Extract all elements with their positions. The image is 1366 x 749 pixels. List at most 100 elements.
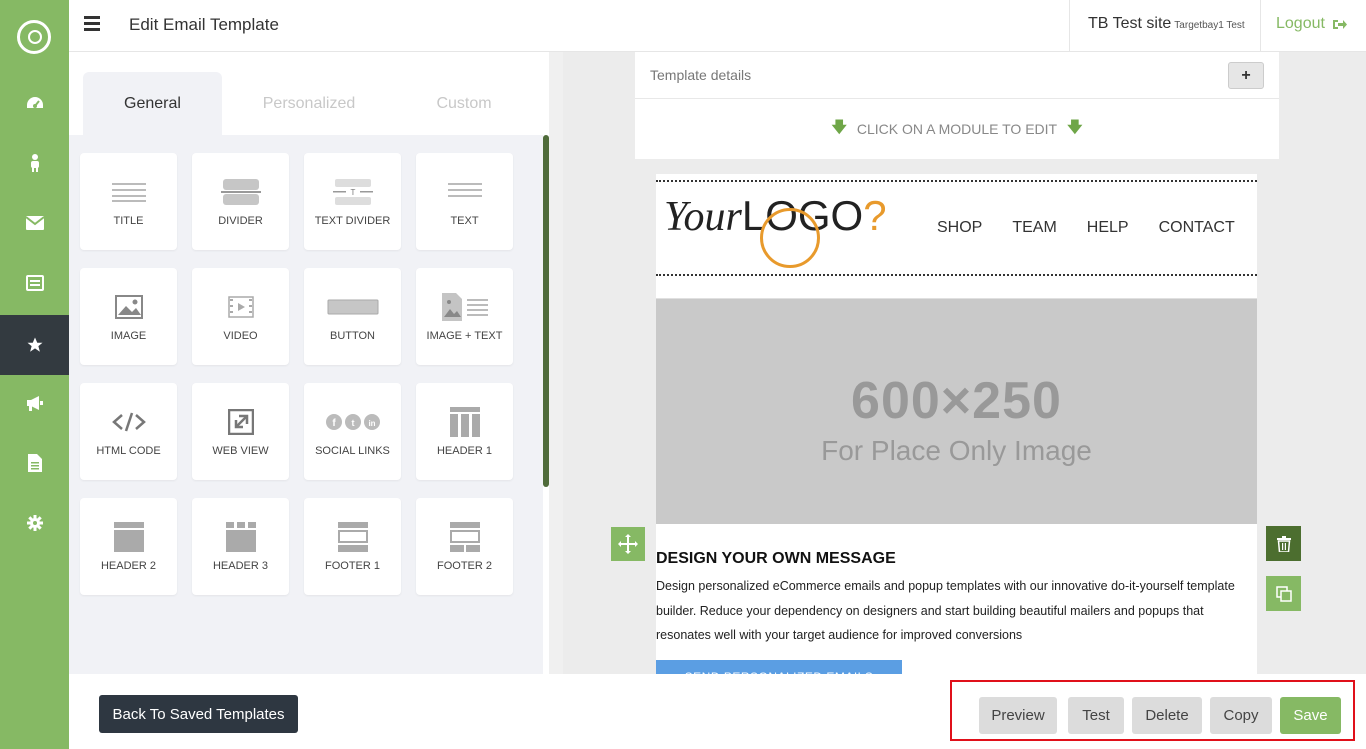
gear-icon[interactable] [0, 493, 69, 553]
module-panel: General Personalized Custom TITLE DIVIDE… [69, 52, 549, 674]
logo-question-mark: ? [863, 192, 887, 239]
logout-link[interactable]: Logout [1276, 15, 1347, 33]
module-social-links[interactable]: f t in SOCIAL LINKS [304, 383, 401, 480]
hamburger-menu-icon[interactable] [84, 16, 100, 31]
divider-icon [220, 177, 261, 207]
module-label: HEADER 3 [212, 559, 269, 572]
module-button[interactable]: BUTTON [304, 268, 401, 365]
video-icon [227, 292, 254, 322]
template-details-label: Template details [650, 67, 752, 83]
tab-personalized[interactable]: Personalized [222, 72, 396, 135]
tab-general[interactable]: General [83, 72, 222, 135]
module-web-view[interactable]: WEB VIEW [192, 383, 289, 480]
module-label: IMAGE [110, 329, 147, 342]
module-label: IMAGE + TEXT [426, 329, 503, 342]
module-divider[interactable]: DIVIDER [192, 153, 289, 250]
bottom-action-bar: Back To Saved Templates Preview Test Del… [69, 674, 1366, 749]
module-footer-2[interactable]: FOOTER 2 [416, 498, 513, 595]
hero-dimensions: 600×250 [851, 371, 1062, 430]
send-emails-button[interactable]: SEND PERSONALIZED EMAILS [656, 660, 902, 674]
module-text-divider[interactable]: T TEXT DIVIDER [304, 153, 401, 250]
left-nav-rail [0, 0, 69, 749]
social-icons: f t in [325, 407, 381, 437]
site-subtitle: Targetbay1 Test [1174, 20, 1245, 31]
module-label: BUTTON [329, 329, 376, 342]
svg-text:t: t [351, 418, 354, 428]
template-details-bar: Template details + [635, 52, 1279, 99]
hero-caption: For Place Only Image [821, 434, 1092, 466]
top-bar: Edit Email Template TB Test site Targetba… [69, 0, 1366, 52]
module-tabs: General Personalized Custom [83, 72, 549, 135]
megaphone-icon[interactable] [0, 373, 69, 433]
document-icon[interactable] [0, 433, 69, 493]
image-icon [114, 292, 143, 322]
logo-ring-icon [760, 208, 820, 268]
module-image[interactable]: IMAGE [80, 268, 177, 365]
module-scrollbar[interactable] [543, 135, 549, 487]
module-label: HTML CODE [96, 444, 161, 457]
message-body[interactable]: Design personalized eCommerce emails and… [656, 574, 1248, 648]
module-label: VIDEO [223, 329, 258, 342]
copy-button[interactable]: Copy [1210, 697, 1272, 734]
arrow-down-icon: 🡇 [1067, 118, 1083, 136]
email-nav-shop[interactable]: SHOP [937, 219, 982, 237]
email-preview: YourLOGO? SHOP TEAM HELP CONTACT 600×250… [656, 174, 1257, 674]
hero-image-placeholder[interactable]: 600×250 For Place Only Image [656, 298, 1257, 524]
email-header-module[interactable]: YourLOGO? SHOP TEAM HELP CONTACT [656, 180, 1257, 276]
envelope-icon[interactable] [0, 193, 69, 253]
arrow-down-icon: 🡇 [831, 118, 847, 136]
list-icon[interactable] [0, 253, 69, 313]
module-label: FOOTER 1 [324, 559, 380, 572]
email-nav-help[interactable]: HELP [1087, 219, 1129, 237]
module-label: DIVIDER [218, 214, 263, 227]
module-text[interactable]: TEXT [416, 153, 513, 250]
email-nav-contact[interactable]: CONTACT [1159, 219, 1235, 237]
module-header-2[interactable]: HEADER 2 [80, 498, 177, 595]
module-label: HEADER 1 [436, 444, 493, 457]
save-button[interactable]: Save [1280, 697, 1341, 734]
header-1-icon [449, 406, 480, 437]
test-button[interactable]: Test [1068, 697, 1124, 734]
text-icon [447, 177, 482, 207]
module-label: WEB VIEW [212, 444, 269, 457]
brand-logo-icon[interactable] [17, 20, 51, 54]
sign-out-icon [1332, 19, 1347, 29]
module-label: HEADER 2 [100, 559, 157, 572]
title-icon [111, 177, 146, 207]
trash-icon[interactable] [1266, 526, 1301, 561]
duplicate-icon[interactable] [1266, 576, 1301, 611]
module-header-3[interactable]: HEADER 3 [192, 498, 289, 595]
message-title[interactable]: DESIGN YOUR OWN MESSAGE [656, 550, 896, 568]
footer-2-icon [449, 521, 480, 552]
svg-text:in: in [368, 419, 375, 428]
module-label: TITLE [113, 214, 144, 227]
site-name: TB Test site [1088, 15, 1172, 32]
image-text-icon [441, 292, 488, 322]
email-nav-team[interactable]: TEAM [1012, 219, 1056, 237]
move-module-icon[interactable] [611, 527, 645, 561]
page-title: Edit Email Template [129, 15, 279, 34]
module-label: TEXT DIVIDER [314, 214, 391, 227]
site-selector[interactable]: TB Test site Targetbay1 Test [1069, 0, 1261, 52]
user-icon[interactable] [0, 133, 69, 193]
module-header-1[interactable]: HEADER 1 [416, 383, 513, 480]
module-grid: TITLE DIVIDER T TEXT DIVIDER TEXT IMAGE … [69, 135, 543, 674]
module-html-code[interactable]: HTML CODE [80, 383, 177, 480]
module-label: FOOTER 2 [436, 559, 492, 572]
expand-details-button[interactable]: + [1228, 62, 1264, 89]
star-icon[interactable] [0, 315, 69, 375]
tab-custom[interactable]: Custom [396, 72, 532, 135]
action-buttons-highlight: Preview Test Delete Copy Save [950, 680, 1355, 741]
module-footer-1[interactable]: FOOTER 1 [304, 498, 401, 595]
delete-button[interactable]: Delete [1132, 697, 1202, 734]
dashboard-icon[interactable] [0, 73, 69, 133]
module-label: SOCIAL LINKS [315, 444, 390, 457]
module-label: TEXT [450, 214, 479, 227]
preview-button[interactable]: Preview [979, 697, 1057, 734]
logout-label: Logout [1276, 15, 1325, 32]
module-title[interactable]: TITLE [80, 153, 177, 250]
module-image-text[interactable]: IMAGE + TEXT [416, 268, 513, 365]
back-to-saved-templates-button[interactable]: Back To Saved Templates [99, 695, 298, 733]
button-icon [327, 292, 379, 322]
module-video[interactable]: VIDEO [192, 268, 289, 365]
